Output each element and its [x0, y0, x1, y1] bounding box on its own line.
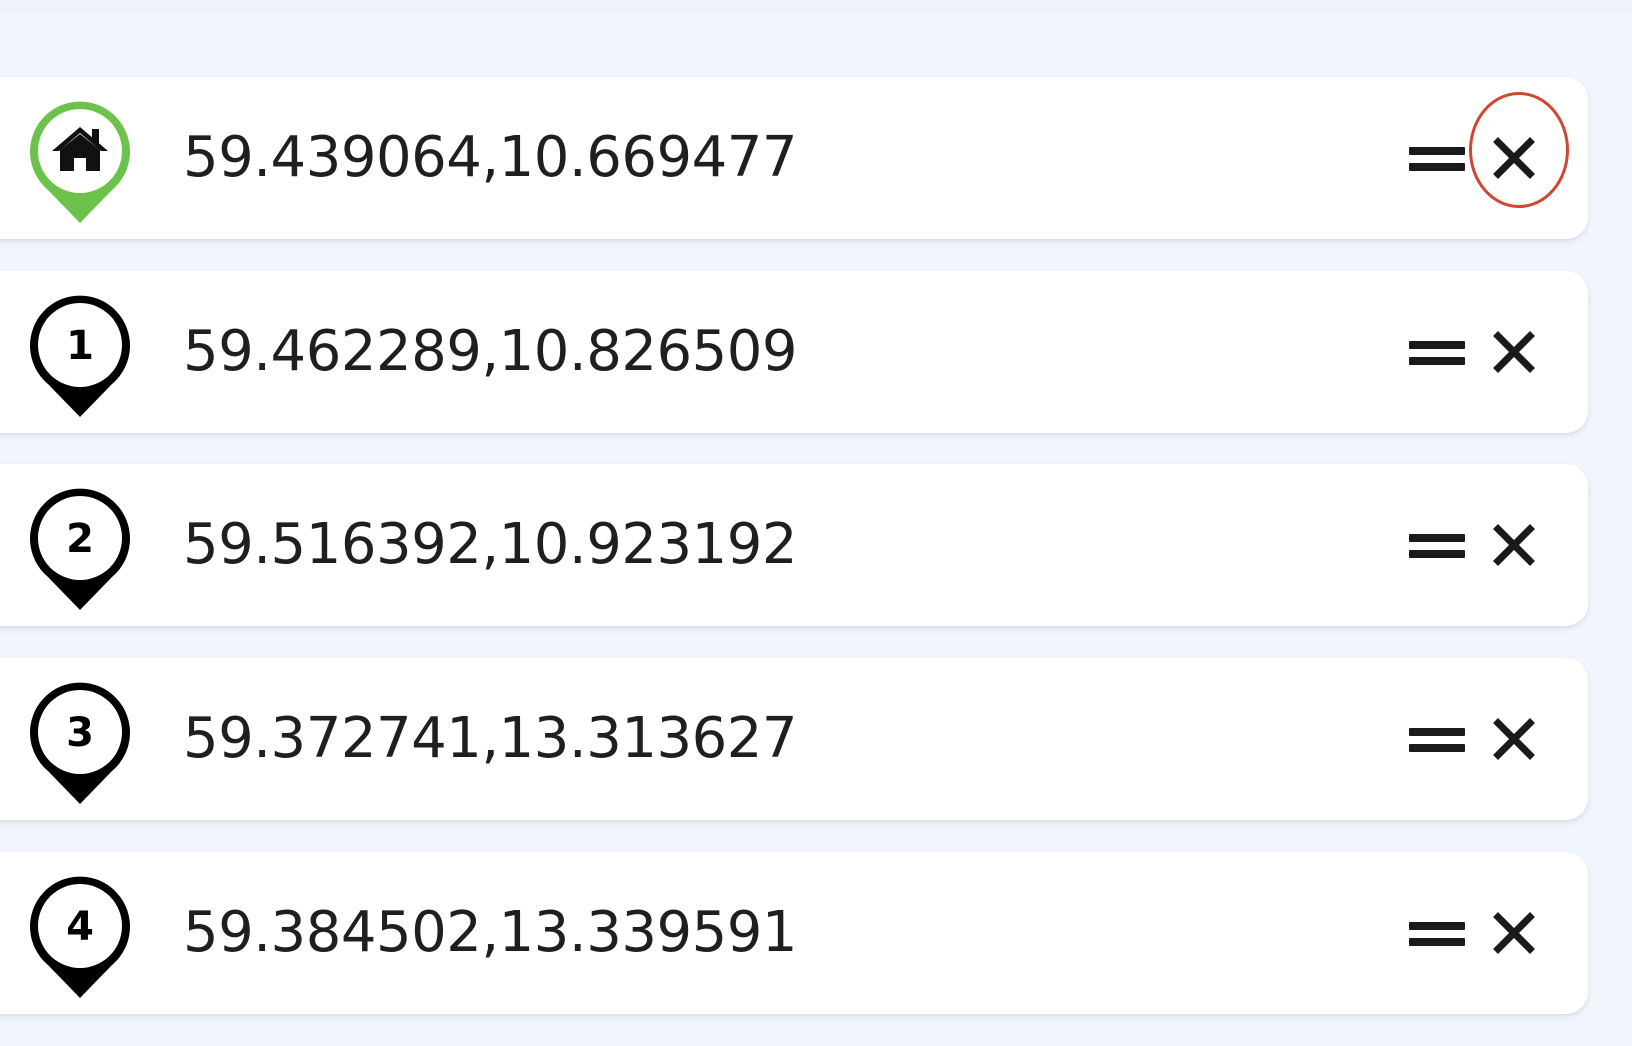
drag-handle-icon[interactable]	[1409, 134, 1465, 182]
remove-waypoint-button[interactable]	[1476, 701, 1552, 777]
waypoint-coordinates: 59.384502,13.339591	[183, 900, 797, 965]
close-icon	[1493, 718, 1535, 760]
waypoint-row-3[interactable]: 3 59.372741,13.313627	[0, 658, 1588, 820]
waypoint-coordinates: 59.372741,13.313627	[183, 706, 797, 771]
close-icon	[1493, 912, 1535, 954]
marker-number: 4	[66, 904, 94, 950]
numbered-marker-icon: 4	[24, 868, 136, 1000]
marker-number: 1	[66, 323, 94, 369]
waypoint-list: 59.439064,10.669477 1 59.462289,10.82650…	[0, 77, 1588, 1046]
close-icon	[1493, 331, 1535, 373]
waypoint-row-home[interactable]: 59.439064,10.669477	[0, 77, 1588, 239]
waypoint-row-4[interactable]: 4 59.384502,13.339591	[0, 852, 1588, 1014]
home-marker-icon	[24, 93, 136, 225]
waypoint-coordinates: 59.439064,10.669477	[183, 125, 797, 190]
close-icon	[1493, 524, 1535, 566]
remove-waypoint-button[interactable]	[1476, 895, 1552, 971]
waypoint-row-2[interactable]: 2 59.516392,10.923192	[0, 464, 1588, 626]
top-edge	[0, 0, 1632, 14]
drag-handle-icon[interactable]	[1409, 521, 1465, 569]
waypoint-row-1[interactable]: 1 59.462289,10.826509	[0, 271, 1588, 433]
remove-waypoint-button[interactable]	[1476, 120, 1552, 196]
marker-number: 3	[66, 710, 94, 756]
drag-handle-icon[interactable]	[1409, 328, 1465, 376]
close-icon	[1493, 137, 1535, 179]
drag-handle-icon[interactable]	[1409, 909, 1465, 957]
waypoint-coordinates: 59.462289,10.826509	[183, 319, 797, 384]
numbered-marker-icon: 1	[24, 287, 136, 419]
marker-number: 2	[66, 516, 94, 562]
remove-waypoint-button[interactable]	[1476, 314, 1552, 390]
drag-handle-icon[interactable]	[1409, 715, 1465, 763]
remove-waypoint-button[interactable]	[1476, 507, 1552, 583]
waypoint-coordinates: 59.516392,10.923192	[183, 512, 797, 577]
numbered-marker-icon: 3	[24, 674, 136, 806]
numbered-marker-icon: 2	[24, 480, 136, 612]
